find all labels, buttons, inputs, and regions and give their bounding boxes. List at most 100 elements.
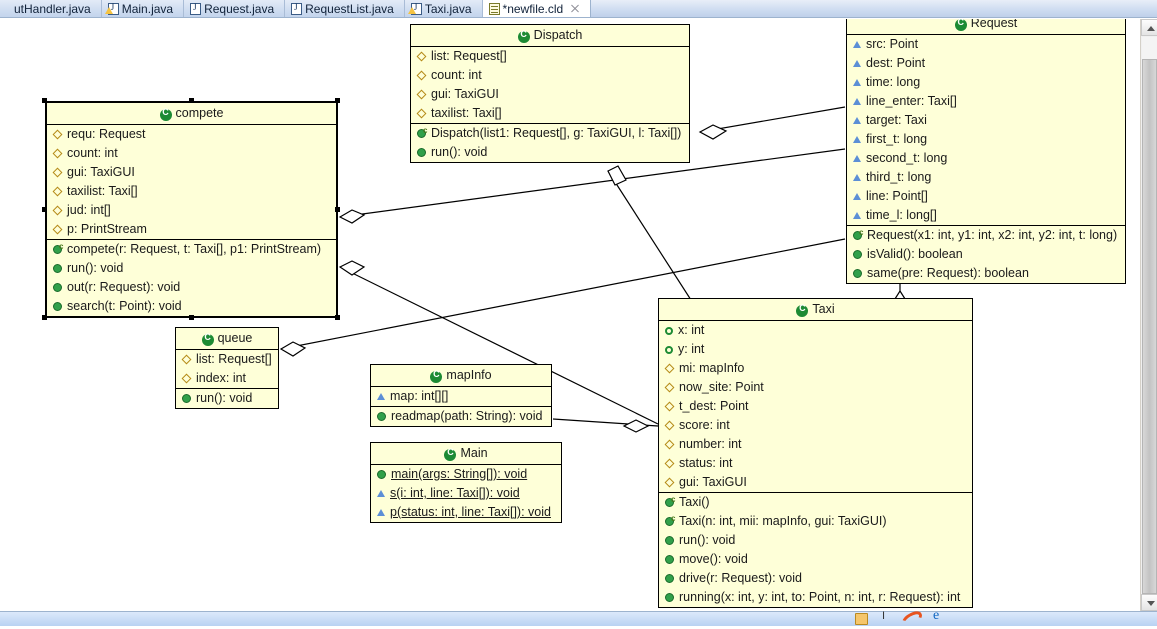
uml-class-queue[interactable]: queuelist: Request[]index: intrun(): voi… [175, 327, 279, 409]
tab-label: Main.java [122, 0, 173, 18]
operation-row[interactable]: Taxi() [659, 493, 972, 512]
attribute-row[interactable]: number: int [659, 435, 972, 454]
class-header: Dispatch [411, 25, 689, 47]
uml-class-request[interactable]: Requestsrc: Pointdest: Pointtime: longli… [846, 19, 1126, 284]
operation-row[interactable]: run(): void [176, 389, 278, 408]
operation-row[interactable]: Dispatch(list1: Request[], g: TaxiGUI, l… [411, 124, 689, 143]
uml-class-main[interactable]: Mainmain(args: String[]): voids(i: int, … [370, 442, 562, 523]
attribute-row[interactable]: gui: TaxiGUI [411, 85, 689, 104]
canvas-vertical-scrollbar[interactable] [1140, 19, 1157, 611]
selection-handle[interactable] [42, 315, 47, 320]
attribute-row[interactable]: gui: TaxiGUI [47, 163, 336, 182]
attribute-row[interactable]: requ: Request [47, 125, 336, 144]
editor-tab-main-java[interactable]: Main.java [102, 0, 184, 18]
operation-row[interactable]: drive(r: Request): void [659, 569, 972, 588]
attribute-row[interactable]: list: Request[] [411, 47, 689, 66]
public-method-icon [377, 470, 386, 479]
constructor-icon [853, 231, 862, 240]
class-name: Request [971, 19, 1018, 30]
private-method-icon [377, 509, 385, 516]
uml-class-compete[interactable]: competerequ: Requestcount: intgui: TaxiG… [45, 101, 338, 318]
operation-row[interactable]: compete(r: Request, t: Taxi[], p1: Print… [47, 240, 336, 259]
operation-row[interactable]: move(): void [659, 550, 972, 569]
operation-row[interactable]: run(): void [411, 143, 689, 162]
attribute-row[interactable]: status: int [659, 454, 972, 473]
selection-handle[interactable] [335, 98, 340, 103]
private-visibility-icon [853, 136, 861, 143]
uml-class-taxi[interactable]: Taxix: inty: intmi: mapInfonow_site: Poi… [658, 298, 973, 608]
operation-row[interactable]: readmap(path: String): void [371, 407, 551, 426]
editor-tab-requestlist-java[interactable]: RequestList.java [285, 0, 405, 18]
operation-row[interactable]: run(): void [47, 259, 336, 278]
uml-class-dispatch[interactable]: Dispatchlist: Request[]count: intgui: Ta… [410, 24, 690, 163]
operation-row[interactable]: main(args: String[]): void [371, 465, 561, 484]
folder-icon[interactable] [855, 613, 868, 625]
selection-handle[interactable] [42, 207, 47, 212]
operation-row[interactable]: search(t: Point): void [47, 297, 336, 316]
operation-row[interactable]: run(): void [659, 531, 972, 550]
attribute-row[interactable]: taxilist: Taxi[] [411, 104, 689, 123]
text-cursor-icon[interactable] [878, 613, 891, 625]
operation-label: run(): void [431, 144, 487, 161]
attributes-compartment: list: Request[]count: intgui: TaxiGUItax… [411, 47, 689, 124]
package-visibility-icon [53, 206, 63, 216]
package-visibility-icon [665, 421, 675, 431]
attribute-row[interactable]: src: Point [847, 35, 1125, 54]
attribute-row[interactable]: jud: int[] [47, 201, 336, 220]
attribute-row[interactable]: y: int [659, 340, 972, 359]
selection-handle[interactable] [42, 98, 47, 103]
scroll-down-arrow[interactable] [1141, 594, 1157, 611]
attribute-row[interactable]: score: int [659, 416, 972, 435]
attribute-row[interactable]: dest: Point [847, 54, 1125, 73]
scroll-up-arrow[interactable] [1141, 19, 1157, 36]
attribute-row[interactable]: map: int[][] [371, 387, 551, 406]
operation-row[interactable]: isValid(): boolean [847, 245, 1125, 264]
attribute-row[interactable]: time_l: long[] [847, 206, 1125, 225]
attribute-row[interactable]: target: Taxi [847, 111, 1125, 130]
attribute-row[interactable]: second_t: long [847, 149, 1125, 168]
browser-e-icon[interactable] [933, 613, 946, 625]
selection-handle[interactable] [335, 207, 340, 212]
selection-handle[interactable] [335, 315, 340, 320]
operation-row[interactable]: Request(x1: int, y1: int, x2: int, y2: i… [847, 226, 1125, 245]
attribute-label: time_l: long[] [866, 207, 937, 224]
attribute-row[interactable]: t_dest: Point [659, 397, 972, 416]
scrollbar-track[interactable] [1142, 37, 1157, 59]
attribute-label: second_t: long [866, 150, 947, 167]
editor-tab-uthandler-java[interactable]: utHandler.java [0, 0, 102, 18]
attribute-row[interactable]: count: int [411, 66, 689, 85]
class-diagram-canvas[interactable]: competerequ: Requestcount: intgui: TaxiG… [0, 19, 1140, 611]
operation-row[interactable]: out(r: Request): void [47, 278, 336, 297]
editor-tab--newfile-cld[interactable]: *newfile.cld [483, 0, 592, 18]
private-visibility-icon [853, 193, 861, 200]
public-method-icon [417, 148, 426, 157]
selection-handle[interactable] [189, 98, 194, 103]
private-visibility-icon [853, 212, 861, 219]
attribute-row[interactable]: count: int [47, 144, 336, 163]
operation-row[interactable]: running(x: int, y: int, to: Point, n: in… [659, 588, 972, 607]
uml-class-mapinfo[interactable]: mapInfomap: int[][]readmap(path: String)… [370, 364, 552, 427]
attribute-row[interactable]: list: Request[] [176, 350, 278, 369]
selection-handle[interactable] [189, 315, 194, 320]
taskbar-icon-group [855, 611, 946, 626]
attribute-row[interactable]: mi: mapInfo [659, 359, 972, 378]
attribute-row[interactable]: third_t: long [847, 168, 1125, 187]
attribute-row[interactable]: gui: TaxiGUI [659, 473, 972, 492]
editor-tab-taxi-java[interactable]: Taxi.java [405, 0, 483, 18]
attribute-row[interactable]: line: Point[] [847, 187, 1125, 206]
attribute-row[interactable]: x: int [659, 321, 972, 340]
attribute-row[interactable]: taxilist: Taxi[] [47, 182, 336, 201]
operation-row[interactable]: Taxi(n: int, mii: mapInfo, gui: TaxiGUI) [659, 512, 972, 531]
editor-tab-request-java[interactable]: Request.java [184, 0, 285, 18]
scrollbar-thumb[interactable] [1142, 59, 1157, 594]
operation-row[interactable]: p(status: int, line: Taxi[]): void [371, 503, 561, 522]
operation-row[interactable]: same(pre: Request): boolean [847, 264, 1125, 283]
attribute-row[interactable]: time: long [847, 73, 1125, 92]
tab-close-icon[interactable] [570, 4, 580, 14]
attribute-row[interactable]: line_enter: Taxi[] [847, 92, 1125, 111]
operation-row[interactable]: s(i: int, line: Taxi[]): void [371, 484, 561, 503]
attribute-row[interactable]: now_site: Point [659, 378, 972, 397]
attribute-row[interactable]: p: PrintStream [47, 220, 336, 239]
attribute-row[interactable]: first_t: long [847, 130, 1125, 149]
attribute-row[interactable]: index: int [176, 369, 278, 388]
